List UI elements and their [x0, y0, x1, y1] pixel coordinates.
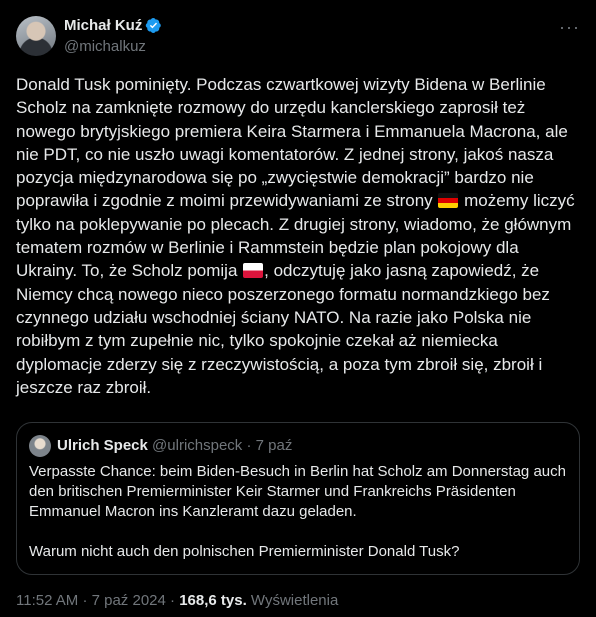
quoted-paragraph-gap — [29, 522, 569, 542]
tweet-text-segment: , odczytuję jako jasną zapowiedź, że Nie… — [16, 261, 550, 397]
quoted-author-name: Ulrich Speck — [57, 437, 148, 454]
views-count: 168,6 tys. — [179, 592, 247, 609]
poland-flag-icon — [243, 263, 264, 279]
views-label: Wyświetlenia — [250, 592, 339, 609]
quoted-header: Ulrich Speck @ulrichspeck · 7 paź — [57, 437, 292, 454]
quoted-text: Verpasste Chance: beim Biden-Besuch in B… — [29, 462, 569, 562]
author-name[interactable]: Michał Kuź — [64, 17, 142, 34]
author-name-row: Michał Kuź — [64, 17, 162, 34]
quoted-paragraph: Verpasste Chance: beim Biden-Besuch in B… — [29, 463, 566, 520]
tweet-time[interactable]: 11:52 AM — [16, 592, 78, 609]
more-options-icon[interactable]: ··· — [559, 18, 580, 36]
meta-separator: · — [170, 592, 176, 609]
tweet-date[interactable]: 7 paź 2024 — [92, 592, 166, 609]
verified-badge-icon — [146, 18, 162, 33]
quoted-paragraph: Warum nicht auch den polnischen Premierm… — [29, 543, 460, 560]
quoted-separator: · — [246, 437, 252, 454]
germany-flag-icon — [438, 193, 459, 209]
meta-separator: · — [82, 592, 88, 609]
quoted-tweet[interactable]: Ulrich Speck @ulrichspeck · 7 paź Verpas… — [16, 422, 580, 575]
quoted-avatar — [29, 435, 51, 457]
quoted-date: 7 paź — [255, 437, 293, 454]
tweet-text: Donald Tusk pominięty. Podczas czwartkow… — [16, 73, 580, 399]
author-handle[interactable]: @michalkuz — [64, 38, 146, 55]
tweet-meta: 11:52 AM · 7 paź 2024 · 168,6 tys. Wyświ… — [16, 592, 338, 609]
tweet-header: Michał Kuź @michalkuz ··· — [16, 16, 580, 60]
avatar[interactable] — [16, 16, 56, 56]
quoted-author-handle: @ulrichspeck — [152, 437, 243, 454]
